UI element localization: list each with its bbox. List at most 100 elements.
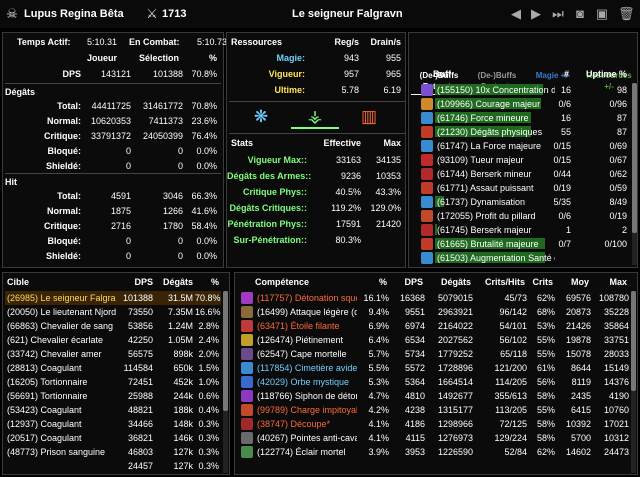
target-row[interactable]: (26985) Le seigneur Falgra 101388 31.5M 70.… (5, 291, 221, 305)
target-row[interactable]: (20050) Le lieutenant Njord 73550 7.35M 16.… (5, 305, 221, 319)
target-row[interactable]: (56691) Tortionnaire 25988 244k 0.6% (5, 389, 221, 403)
player-value: 33791372 (90, 131, 131, 141)
buff-row[interactable]: (61745) Berserk majeur 1 2 (409, 223, 631, 237)
stamina-role-icon[interactable]: ⚶ (291, 105, 339, 129)
trash-icon[interactable]: 🗑 (618, 6, 635, 22)
buff-icon (421, 168, 433, 180)
skill-row[interactable]: (118766) Siphon de détonation 4.7% 4810 149… (237, 389, 629, 403)
skill-row[interactable]: (16499) Attaque légère (deux ar 9.4% 9551 2… (237, 305, 629, 319)
summary-panel: Temps Actif: 5:10.31 En Combat: 5:10.73 … (2, 32, 227, 268)
buff-name: (155150) 10x Concentration du (437, 85, 555, 95)
buff-row[interactable]: (61747) La Force majeure 0/15 0/69 (409, 139, 631, 153)
skill-row[interactable]: (63471) Étoile filante 6.9% 6974 2164022 54/… (237, 319, 629, 333)
buff-name: (93109) Tueur majeur (437, 155, 524, 165)
buff-name: (109966) Courage majeur (437, 99, 541, 109)
buff-row[interactable]: (61744) Berserk mineur 0/44 0/62 (409, 167, 631, 181)
targets-scrollbar[interactable] (223, 291, 228, 473)
resource-row: Magie: 943 955 (227, 51, 405, 65)
target-row[interactable]: (621) Chevalier écarlate 42250 1.05M 2.4% (5, 333, 221, 347)
buff-row[interactable]: (61771) Assaut puissant 0/19 0/59 (409, 181, 631, 195)
row-label: Shieldé: (45, 251, 81, 261)
skill-row[interactable]: (117854) Cimetière avide 5.5% 5572 1728896 1… (237, 361, 629, 375)
target-dps: 25988 (127, 391, 153, 401)
skill-crit-rate: 58% (536, 391, 555, 401)
buff-uptime: 2 (621, 225, 627, 235)
prev-fight-icon[interactable]: ◀ (508, 6, 524, 22)
camera-icon[interactable]: ◙ (572, 6, 588, 22)
buff-uptime: 0/69 (609, 141, 627, 151)
skill-row[interactable]: (40267) Pointes anti-cavalerie 4.1% 4115 12… (237, 431, 629, 445)
buff-row[interactable]: (93109) Tueur majeur 0/15 0/67 (409, 153, 631, 167)
skill-row[interactable]: (99789) Charge impitoyable* 4.2% 4238 13151… (237, 403, 629, 417)
target-row[interactable]: (28813) Coagulant 114584 650k 1.5% (5, 361, 221, 375)
skill-crits-hits: 129/224 (494, 433, 527, 443)
skill-crits-hits: 121/200 (494, 363, 527, 373)
max-value: 10353 (375, 171, 401, 181)
skill-row[interactable]: (38747) Découpe* 4.1% 4186 1298966 72/125 58%… (237, 417, 629, 431)
col-percent: % (208, 53, 217, 63)
summary-row: Bloqué: 0 0 0.0% (3, 144, 223, 158)
buff-uptime: 0/59 (609, 183, 627, 193)
skills-scroll-thumb[interactable] (631, 291, 636, 391)
last-fight-icon[interactable]: ⏭ (550, 6, 566, 22)
buff-row[interactable]: (61737) Dynamisation 5/35 8/49 (409, 195, 631, 209)
target-damage: 1.24M (167, 321, 193, 331)
buff-icon (421, 252, 433, 264)
buff-row[interactable]: (61746) Force mineure 16 87 (409, 111, 631, 125)
target-row[interactable]: (53423) Coagulant 48821 188k 0.4% (5, 403, 221, 417)
effective-value: 33163 (335, 155, 361, 165)
save-icon[interactable]: ▣ (594, 6, 610, 22)
target-percent: 0.4% (198, 405, 219, 415)
target-row[interactable]: (20517) Coagulant 36821 146k 0.3% (5, 431, 221, 445)
target-row[interactable]: (48773) Prison sanguine 46803 127k 0.3% (5, 445, 221, 459)
target-row[interactable]: (33742) Chevalier amer 56575 898k 2.0% (5, 347, 221, 361)
selection-value: 0 (177, 161, 183, 171)
skill-crits-hits: 72/125 (499, 419, 527, 429)
percent-value: 0.0% (196, 161, 217, 171)
buff-row[interactable]: (61503) Augmentation Santé et (409, 251, 631, 265)
buff-row[interactable]: (21230) Dégâts physiques 55 87 (409, 125, 631, 139)
row-label: Normal: (46, 206, 81, 216)
skill-name: (63471) Étoile filante (257, 321, 340, 331)
buff-row[interactable]: (172055) Profit du pillard 0/6 0/19 (409, 209, 631, 223)
buff-row[interactable]: (61665) Brutalité majeure 0/7 0/100 (409, 237, 631, 251)
skill-average: 15078 (565, 349, 591, 359)
skill-name: (117757) Détonation squelettiqu (257, 293, 357, 303)
magicka-role-icon[interactable]: ❋ (237, 105, 285, 129)
next-fight-icon[interactable]: ▶ (528, 6, 544, 22)
buff-name: (61771) Assaut puissant (437, 183, 534, 193)
skill-name: (62547) Cape mortelle (257, 349, 347, 359)
skills-scrollbar[interactable] (631, 291, 636, 473)
targets-scroll-thumb[interactable] (223, 291, 228, 411)
buff-row[interactable]: (155150) 10x Concentration du 16 98 (409, 83, 631, 97)
stats-title: Stats (231, 138, 254, 148)
target-dps: 48821 (127, 405, 153, 415)
skill-damage: 2164022 (437, 321, 473, 331)
buffs-scrollbar[interactable] (632, 83, 637, 265)
health-role-icon[interactable]: ▥ (345, 105, 393, 129)
buff-row[interactable]: (109966) Courage majeur 0/6 0/96 (409, 97, 631, 111)
target-row[interactable]: (12937) Coagulant 34466 148k 0.3% (5, 417, 221, 431)
buffs-scroll-thumb[interactable] (632, 83, 637, 233)
percent-value: 66.3% (191, 191, 217, 201)
buff-icon (421, 224, 433, 236)
target-percent: 2.0% (198, 349, 219, 359)
skill-row[interactable]: (42029) Orbe mystique 5.3% 5364 1664514 114/… (237, 375, 629, 389)
skill-name: (122774) Éclair mortel (257, 447, 346, 457)
skill-crits-hits: 113/205 (495, 405, 527, 415)
target-row[interactable]: 24457 127k 0.3% (5, 459, 221, 473)
skill-row[interactable]: (117757) Détonation squelettiqu 16.1% 1636… (237, 291, 629, 305)
skill-icon (241, 418, 253, 430)
damage-title: Dégâts (5, 87, 36, 97)
skill-row[interactable]: (126474) Piétinement 6.4% 6534 2027562 56/10… (237, 333, 629, 347)
target-row[interactable]: (66863) Chevalier de sang 53856 1.24M 2.8% (5, 319, 221, 333)
skill-dps: 4115 (405, 433, 425, 443)
skill-row[interactable]: (62547) Cape mortelle 5.7% 5734 1779252 65/1… (237, 347, 629, 361)
target-row[interactable]: (16205) Tortionnaire 72451 452k 1.0% (5, 375, 221, 389)
skill-max: 15149 (603, 363, 629, 373)
skill-crits-hits: 54/101 (499, 321, 527, 331)
target-percent: 0.3% (198, 433, 219, 443)
summary-row: Bloqué: 0 0 0.0% (3, 234, 223, 248)
skill-row[interactable]: (122774) Éclair mortel 3.9% 3953 1226590 52/… (237, 445, 629, 459)
target-col-dps: DPS (134, 277, 153, 287)
